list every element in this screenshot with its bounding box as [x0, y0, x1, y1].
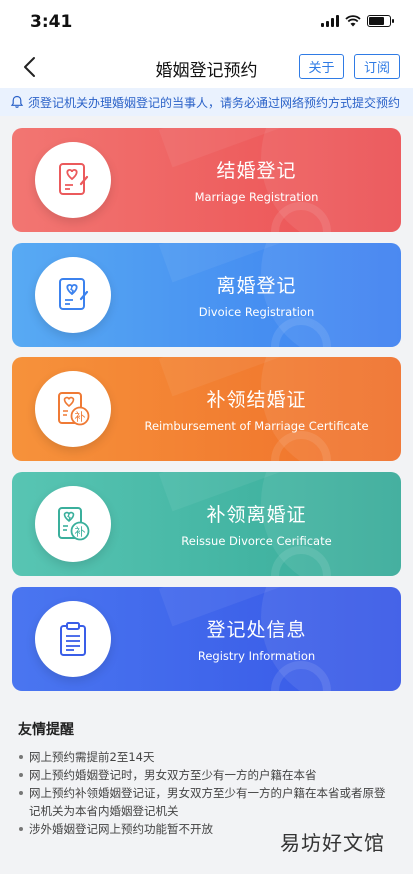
tips-title: 友情提醒 — [18, 722, 74, 738]
card-subtitle: Registry Information — [197, 649, 316, 663]
chevron-left-icon — [24, 57, 35, 77]
page-title: 婚姻登记预约 — [155, 61, 258, 81]
bell-icon — [10, 95, 24, 108]
watermark: 易坊好文馆 — [280, 831, 385, 855]
card-subtitle: Marriage Registration — [194, 190, 319, 204]
nav-bar: 婚姻登记预约 关于 订阅 — [0, 46, 413, 88]
reissue-marriage-card[interactable]: 补 补领结婚证 Reimbursement of Marriage Certif… — [12, 357, 401, 461]
reissue-badge: 补 — [75, 411, 86, 424]
back-button[interactable] — [14, 52, 44, 82]
notice-text: 须登记机关办理婚姻登记的当事人，请务必通过网络预约方式提交预约 — [28, 95, 401, 110]
reissue-divorce-card[interactable]: 补 补领离婚证 Reissue Divorce Cerificate — [12, 472, 401, 576]
status-time: 3:41 — [30, 12, 73, 32]
clipboard-icon — [35, 601, 111, 677]
reissue-badge: 补 — [75, 526, 86, 539]
tip-item: 网上预约补领婚姻登记证，男女双方至少有一方的户籍在本省或者原登记机关为本省内婚姻… — [18, 784, 395, 820]
status-icons — [321, 15, 394, 27]
card-title: 离婚登记 — [216, 275, 297, 297]
registry-information-card[interactable]: 登记处信息 Registry Information — [12, 587, 401, 691]
card-subtitle: Reissue Divorce Cerificate — [181, 534, 332, 548]
divorce-registration-card[interactable]: 离婚登记 Divoice Registration — [12, 243, 401, 347]
card-title: 登记处信息 — [206, 619, 307, 641]
reissue-marriage-icon: 补 — [35, 371, 111, 447]
card-title: 结婚登记 — [216, 160, 297, 182]
status-bar: 3:41 — [0, 0, 413, 46]
card-subtitle: Reimbursement of Marriage Certificate — [144, 419, 369, 433]
notice-bar: 须登记机关办理婚姻登记的当事人，请务必通过网络预约方式提交预约 — [0, 88, 413, 116]
card-title: 补领离婚证 — [206, 504, 307, 526]
marriage-registration-card[interactable]: 结婚登记 Marriage Registration — [12, 128, 401, 232]
battery-icon — [367, 15, 394, 27]
card-subtitle: Divoice Registration — [198, 305, 315, 319]
tip-item: 网上预约婚姻登记时，男女双方至少有一方的户籍在本省 — [18, 766, 395, 784]
subscribe-button[interactable]: 订阅 — [354, 54, 400, 79]
tip-item: 网上预约需提前2至14天 — [18, 748, 395, 766]
signal-icon — [321, 15, 339, 27]
reissue-divorce-icon: 补 — [35, 486, 111, 562]
marriage-certificate-icon — [35, 142, 111, 218]
wifi-icon — [345, 15, 361, 27]
divorce-certificate-icon — [35, 257, 111, 333]
card-title: 补领结婚证 — [206, 389, 307, 411]
about-button[interactable]: 关于 — [299, 54, 344, 79]
